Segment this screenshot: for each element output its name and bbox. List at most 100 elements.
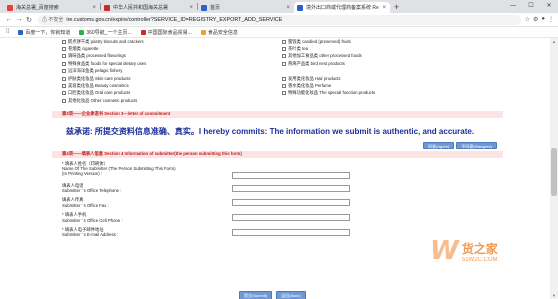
category-checkbox[interactable] bbox=[62, 61, 66, 66]
category-label: 特殊食品类 foods for special dietary uses bbox=[68, 60, 147, 66]
category-label: 护肤类化妆品 Skin care products bbox=[68, 75, 131, 81]
field-label: * 填表人电子邮件地址 Submitter ' s E-mail Address … bbox=[62, 227, 232, 238]
watermark-logo: W bbox=[430, 236, 459, 266]
extensions-icon[interactable]: ⚙ bbox=[533, 16, 538, 23]
category-option: 其他化妆品 Other cosmetic products bbox=[52, 98, 272, 104]
category-option: 糕点饼干类 pastry biscuits and crackers bbox=[52, 39, 272, 45]
bookmark-item[interactable]: 食品安全信息 bbox=[200, 29, 238, 36]
window-controls: — ☐ ✕ bbox=[504, 0, 558, 13]
back-button[interactable]: 返回(Back) bbox=[276, 291, 306, 299]
category-checkbox[interactable] bbox=[282, 39, 286, 44]
bookmark-label: 食品安全信息 bbox=[207, 29, 238, 36]
close-tab-icon[interactable]: × bbox=[189, 5, 193, 11]
category-row: 其他化妆品 Other cosmetic products bbox=[52, 97, 503, 104]
category-label: 口腔类化妆品 Oral care products bbox=[68, 90, 131, 96]
category-option: 美容类化妆品 Beauty cosmetics bbox=[52, 83, 272, 89]
bookmark-label: 百度一下，你就知道 bbox=[25, 29, 71, 36]
category-label: 美容类化妆品 Beauty cosmetics bbox=[68, 83, 129, 89]
field-label: 填表人传真 Submitter ' s Office Fax : bbox=[62, 197, 232, 208]
browser-tab[interactable]: 中华人民共和国海关总署 × bbox=[101, 2, 197, 13]
bookmark-item[interactable]: 中国国际食品贸易... bbox=[140, 29, 192, 36]
close-tab-icon[interactable]: × bbox=[92, 5, 96, 11]
text-input[interactable] bbox=[232, 184, 350, 192]
address-bar[interactable]: ⚠ 不安全 ire.customs.gov.cn/expire/controll… bbox=[38, 14, 521, 25]
close-tab-icon[interactable]: × bbox=[382, 5, 386, 11]
tab-label: 海关总署_百度搜索 bbox=[16, 5, 59, 11]
scrollbar-thumb[interactable] bbox=[551, 148, 557, 196]
field-label: * 填表人姓名（印刷体） Name Of The Submitter (The P… bbox=[62, 161, 232, 177]
category-option: 护肤类化妆品 Skin care products bbox=[52, 76, 272, 82]
category-label: 香水类化妆品 Perfume bbox=[288, 83, 332, 89]
scroll-down-icon[interactable]: ▼ bbox=[550, 293, 558, 298]
category-checkbox[interactable] bbox=[62, 54, 66, 59]
disagree-button[interactable]: 不同意(Disagree) bbox=[456, 141, 497, 149]
form-row: * 填表人手机 Submitter ' s Office Cell Phone : bbox=[62, 212, 503, 223]
tab-strip: 海关总署_百度搜索 × 中华人民共和国海关总署 × 首页 × 境外出口商或代理商备案系统 R… bbox=[0, 0, 558, 13]
field-label-line: Submitter ' s Office Telephone : bbox=[62, 187, 122, 193]
forward-arrow-icon[interactable]: → bbox=[14, 16, 24, 23]
bookmark-item[interactable]: 360导航_一个主页... bbox=[79, 29, 132, 36]
category-checkbox[interactable] bbox=[282, 54, 286, 59]
apps-icon[interactable]: ⁞⁞ bbox=[6, 29, 9, 35]
text-input[interactable] bbox=[232, 171, 350, 179]
menu-icon[interactable]: ⋮ bbox=[548, 16, 554, 23]
not-secure-indicator[interactable]: ⚠ 不安全 bbox=[42, 16, 63, 23]
new-tab-button[interactable]: + bbox=[394, 2, 399, 12]
text-input[interactable] bbox=[232, 214, 350, 222]
page-scrollbar[interactable]: ▲ ▼ bbox=[550, 38, 558, 299]
field-label: * 填表人手机 Submitter ' s Office Cell Phone : bbox=[62, 212, 232, 223]
url-text[interactable]: ire.customs.gov.cn/expire/controller?SER… bbox=[66, 17, 282, 23]
bookmark-favicon-icon bbox=[18, 29, 24, 35]
browser-tab[interactable]: 境外出口商或代理商备案系统 Re × bbox=[294, 2, 390, 13]
form-row: * 填表人姓名（印刷体） Name Of The Submitter (The P… bbox=[62, 161, 503, 179]
bookmark-favicon-icon bbox=[79, 29, 85, 35]
category-checkbox[interactable] bbox=[62, 84, 66, 89]
agree-button[interactable]: 同意(Agree) bbox=[422, 141, 455, 149]
bookmark-item[interactable]: 百度一下，你就知道 bbox=[18, 29, 70, 36]
profile-icon[interactable]: ● bbox=[541, 16, 545, 23]
category-option: 特殊功能化妆品 The special function products bbox=[272, 90, 492, 96]
star-icon[interactable]: ☆ bbox=[525, 16, 530, 23]
product-category-list: 糕点饼干类 pastry biscuits and crackers 蜜饯类 ca… bbox=[52, 38, 503, 105]
category-checkbox[interactable] bbox=[62, 39, 66, 44]
reload-icon[interactable]: ↻ bbox=[24, 16, 34, 24]
text-input[interactable] bbox=[232, 228, 350, 236]
category-checkbox[interactable] bbox=[282, 47, 286, 52]
watermark: W 货之家 51W2C.COM bbox=[430, 236, 498, 266]
browser-toolbar: ← → ↻ ⚠ 不安全 ire.customs.gov.cn/expire/co… bbox=[0, 13, 558, 27]
maximize-button[interactable]: ☐ bbox=[522, 0, 540, 13]
category-checkbox[interactable] bbox=[282, 61, 286, 66]
browser-tab[interactable]: 海关总署_百度搜索 × bbox=[4, 2, 100, 13]
commitment-statement: 兹承诺: 所提交资料信息准确、真实。I hereby commits: The … bbox=[66, 126, 475, 136]
tab-favicon-icon bbox=[7, 4, 13, 11]
submitter-form: * 填表人姓名（印刷体） Name Of The Submitter (The P… bbox=[52, 158, 503, 238]
category-checkbox[interactable] bbox=[282, 76, 286, 81]
category-option: 茶叶类 tea bbox=[272, 46, 492, 52]
close-tab-icon[interactable]: × bbox=[286, 5, 290, 11]
tab-favicon-icon bbox=[297, 4, 303, 11]
category-checkbox[interactable] bbox=[62, 91, 66, 96]
section4-header: 第4项——填表人信息 Section 4 Information of subm… bbox=[52, 150, 503, 158]
category-checkbox[interactable] bbox=[62, 76, 66, 81]
field-label-line: Submitter ' s E-mail Address : bbox=[62, 232, 119, 238]
category-checkbox[interactable] bbox=[62, 47, 66, 52]
category-checkbox[interactable] bbox=[282, 91, 286, 96]
category-label: 燕窝产品类 bird nest products bbox=[288, 60, 345, 66]
category-checkbox[interactable] bbox=[282, 84, 286, 89]
text-input[interactable] bbox=[232, 199, 350, 207]
field-label-line: Submitter ' s Office Cell Phone : bbox=[62, 217, 123, 223]
close-window-button[interactable]: ✕ bbox=[540, 0, 558, 13]
scroll-up-icon[interactable]: ▲ bbox=[550, 39, 558, 44]
category-label: 调味品类 processed flavorings bbox=[68, 53, 126, 59]
tab-label: 境外出口商或代理商备案系统 Re bbox=[306, 5, 379, 11]
bookmark-favicon-icon bbox=[200, 29, 206, 35]
category-checkbox[interactable] bbox=[62, 69, 66, 74]
category-label: 糕点饼干类 pastry biscuits and crackers bbox=[68, 38, 144, 44]
back-arrow-icon[interactable]: ← bbox=[4, 16, 14, 23]
submit-button[interactable]: 提交(Submit) bbox=[239, 291, 273, 299]
category-checkbox[interactable] bbox=[62, 98, 66, 103]
minimize-button[interactable]: — bbox=[504, 0, 522, 13]
browser-tab[interactable]: 首页 × bbox=[198, 2, 294, 13]
form-row: 填表人传真 Submitter ' s Office Fax : bbox=[62, 197, 503, 208]
field-label: 填表人电话 Submitter ' s Office Telephone : bbox=[62, 183, 232, 194]
